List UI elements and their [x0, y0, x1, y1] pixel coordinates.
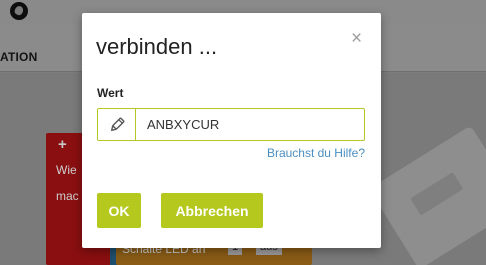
connect-dialog: verbinden ... × Wert Brauchst du Hilfe? …	[82, 13, 381, 248]
block-text: Wie	[56, 163, 77, 177]
close-icon[interactable]: ×	[351, 29, 362, 49]
block-text: mac	[56, 189, 79, 203]
value-input[interactable]	[136, 109, 364, 140]
dialog-title: verbinden ...	[96, 34, 218, 59]
ok-button[interactable]: OK	[97, 193, 141, 228]
block-add-icon: +	[58, 136, 67, 153]
field-label: Wert	[97, 86, 124, 100]
help-link[interactable]: Brauchst du Hilfe?	[267, 146, 365, 160]
nav-tab-label: ATION	[0, 50, 38, 64]
pencil-icon	[98, 109, 136, 140]
value-input-group	[97, 108, 365, 141]
logo-icon[interactable]	[10, 2, 28, 20]
cancel-button[interactable]: Abbrechen	[161, 193, 263, 228]
